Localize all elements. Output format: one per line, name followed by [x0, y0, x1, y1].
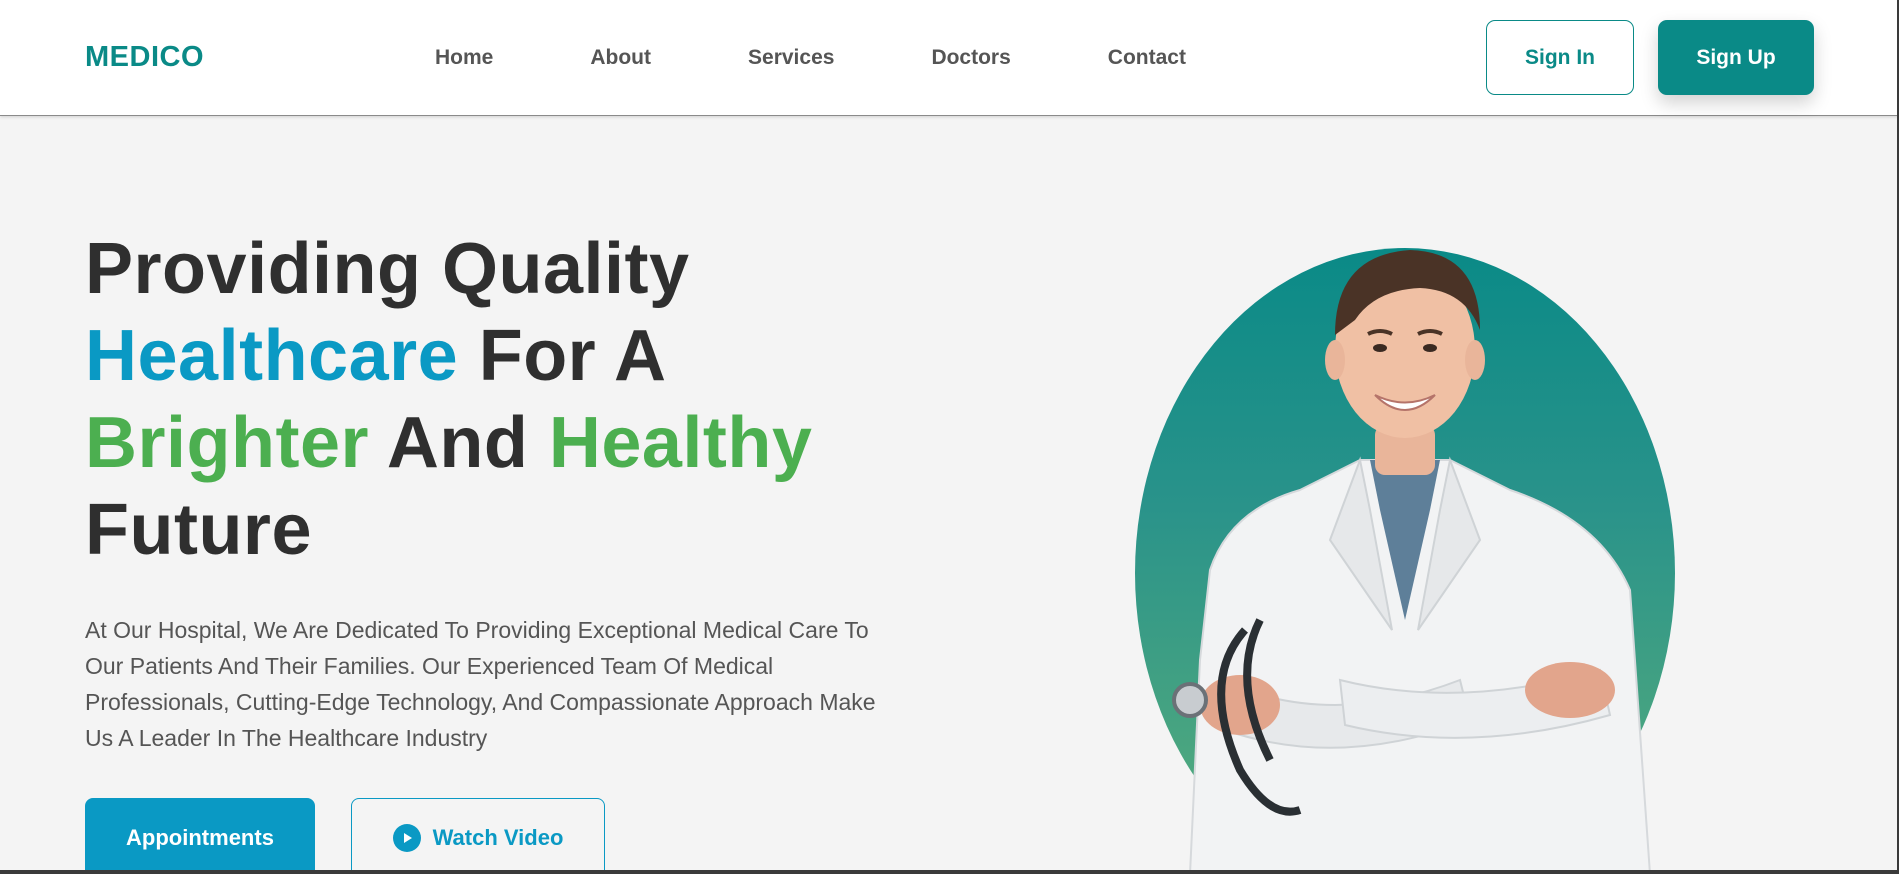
watch-video-button[interactable]: Watch Video	[351, 798, 605, 874]
main-nav: Home About Services Doctors Contact	[435, 46, 1186, 70]
headline-healthy: Healthy	[548, 403, 813, 483]
headline-and: And	[369, 403, 549, 483]
brand-logo[interactable]: MEDICO	[85, 41, 435, 74]
nav-link-home[interactable]: Home	[435, 46, 493, 70]
auth-buttons: Sign In Sign Up	[1486, 20, 1814, 95]
hero-cta-row: Appointments Watch Video	[85, 798, 605, 874]
appointments-button[interactable]: Appointments	[85, 798, 315, 874]
nav-link-doctors[interactable]: Doctors	[931, 46, 1010, 70]
nav-link-services[interactable]: Services	[748, 46, 834, 70]
watch-video-label: Watch Video	[432, 825, 564, 850]
nav-link-about[interactable]: About	[590, 46, 651, 70]
sign-up-button[interactable]: Sign Up	[1658, 20, 1814, 95]
headline-line1: Providing Quality	[85, 229, 690, 309]
headline-brighter: Brighter	[85, 403, 370, 483]
sign-in-button[interactable]: Sign In	[1486, 20, 1634, 95]
headline-for-a: For A	[458, 316, 667, 396]
page-bottom-edge	[0, 870, 1899, 874]
hero-description: At Our Hospital, We Are Dedicated To Pro…	[85, 617, 876, 751]
headline-future: Future	[85, 490, 312, 570]
hero-doctor-image	[1130, 210, 1680, 874]
top-navbar: MEDICO Home About Services Doctors Conta…	[0, 0, 1899, 116]
doctor-portrait	[1172, 250, 1652, 874]
nav-link-contact[interactable]: Contact	[1108, 46, 1186, 70]
headline-healthcare: Healthcare	[85, 316, 459, 396]
hero-headline: Providing Quality Healthcare For A Brigh…	[85, 226, 945, 574]
hero-text: Providing Quality Healthcare For A Brigh…	[85, 226, 945, 756]
play-circle-icon	[392, 824, 421, 852]
